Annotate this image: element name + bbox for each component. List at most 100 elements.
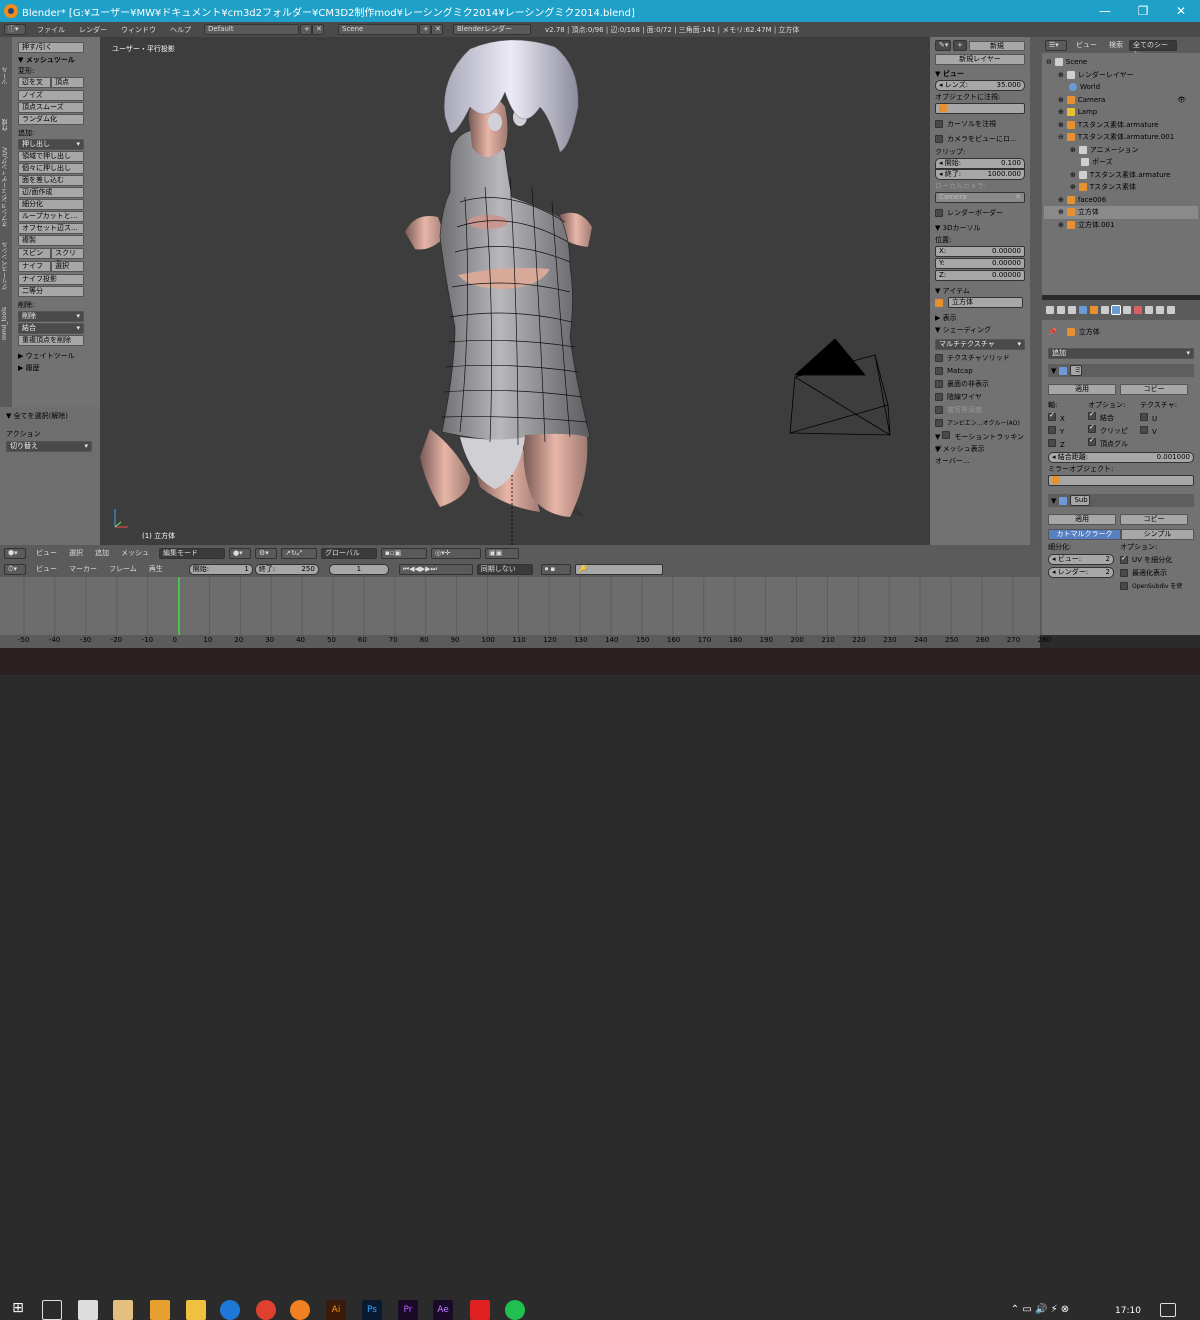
outliner-row-render-layers[interactable]: ⊕ レンダーレイヤー [1044,69,1198,82]
dof-checkbox[interactable] [935,405,943,414]
editor-type-button[interactable]: ⓘ▾ [4,24,26,35]
outliner-row-pose[interactable]: ポーズ [1044,156,1198,169]
outliner-row-camera[interactable]: ⊕ Camera 👁 [1044,94,1198,107]
cloud-icon[interactable] [470,1300,490,1320]
outliner-view-menu[interactable]: ビュー [1076,40,1097,50]
lock-camera-checkbox[interactable] [935,134,943,143]
end-frame-field[interactable]: 終了: 250 [254,563,319,575]
package-icon[interactable] [150,1300,170,1320]
simple-button[interactable]: シンプル [1121,529,1194,540]
clip-start-field[interactable]: ◂ 開始: 0.100 [935,158,1025,169]
outliner-row-scene[interactable]: ⊖ Scene [1044,56,1198,69]
add-layout-button[interactable]: + [300,24,312,35]
duplicate-button[interactable]: 複製 [18,235,84,246]
mode-select[interactable]: 編集モード [159,547,225,559]
shading-section-header[interactable]: ▼ シェーディング [935,324,1025,336]
offset-edge-button[interactable]: オフセット辺ス… [18,223,84,234]
axis-y-checkbox[interactable] [1048,425,1056,434]
render-preview-buttons[interactable]: ▣▣ [485,547,519,559]
action-select[interactable]: 切り替え ▾ [6,441,92,452]
outliner-row-animation[interactable]: ⊕ アニメーション [1044,144,1198,157]
spotify-icon[interactable] [505,1300,525,1320]
texture-solid-checkbox[interactable] [935,353,943,362]
extrude-menu-button[interactable]: 押し出し ▾ [18,139,84,150]
outliner-search-menu[interactable]: 検索 [1109,40,1123,50]
physics-tab-icon[interactable] [1167,306,1175,314]
new-pencil-add-icon[interactable]: + [953,40,967,51]
smooth-vertex-button[interactable]: 頂点スムーズ [18,102,84,113]
scene-select[interactable]: Scene [338,24,418,35]
delete-menu-button[interactable]: 削除 ▾ [18,311,84,322]
manipulator-buttons[interactable]: ↗↻⤢ [281,547,317,559]
dissolve-menu-button[interactable]: 結合 ▾ [18,323,84,334]
catmull-clark-button[interactable]: カトマルクラーク [1048,529,1121,540]
start-frame-field[interactable]: 開始: 1 [188,563,253,575]
material-tab-icon[interactable] [1134,306,1142,314]
tab-options[interactable]: オプション [1,197,10,227]
cursor-section-header[interactable]: ▼ 3Dカーソル [935,222,1025,234]
tray-icons[interactable]: ⌃ ▭ 🔊 ⚡ ⊗ [995,1300,1085,1320]
timeline-area[interactable] [0,577,1045,635]
lock-object-field[interactable] [935,103,1025,114]
randomize-button[interactable]: ランダム化 [18,114,84,125]
outliner-row-world[interactable]: World [1044,81,1198,94]
backface-culling-checkbox[interactable] [935,379,943,388]
outliner-display-mode[interactable]: 全てのシーン [1129,39,1177,58]
timeline-menu-frame[interactable]: フレーム [109,564,137,574]
tab-tools[interactable]: ツール [1,67,10,85]
clock[interactable]: 17:10 [1115,1306,1141,1316]
minimize-button[interactable]: — [1086,0,1124,22]
app-avatar-icon[interactable] [113,1300,133,1320]
shading-mode-select[interactable]: マルチテクスチャ ▾ [935,339,1025,350]
pivot-select[interactable]: ⚙▾ [255,547,277,559]
outliner-row-armature-data[interactable]: ⊕ Tスタンス素体.armature [1044,169,1198,182]
menu-window[interactable]: ウィンドウ [114,25,163,35]
outliner-row-cube[interactable]: ⊕ 立方体 [1044,206,1198,219]
edge-slide-button[interactable]: 辺を叉 [18,77,51,88]
visibility-eye-icon[interactable]: 👁 [1177,96,1186,104]
maximize-button[interactable]: ❐ [1124,0,1162,22]
outliner-editor-type[interactable]: ☰▾ [1045,39,1067,51]
world-tab-icon[interactable] [1079,306,1087,314]
weight-tools-header[interactable]: ▶ ウェイトツール [18,350,96,362]
mirror-apply-button[interactable]: 適用 [1048,384,1116,395]
vertex-slide-button[interactable]: 頂点 [51,77,84,88]
illustrator-icon[interactable]: Ai [326,1300,346,1320]
timeline-editor-type[interactable]: ⏱▾ [4,563,26,575]
camera-object[interactable] [789,338,891,436]
motion-tracking-checkbox[interactable] [942,431,951,439]
loop-cut-button[interactable]: ループカットと… [18,211,84,222]
mirror-u-checkbox[interactable] [1140,412,1148,421]
matcap-checkbox[interactable] [935,366,943,375]
extrude-region-button[interactable]: 領域で押し出し [18,151,84,162]
store-icon[interactable] [78,1300,98,1320]
3d-menu-view[interactable]: ビュー [36,548,57,558]
add-scene-button[interactable]: + [419,24,431,35]
mirror-object-field[interactable] [1048,475,1194,486]
playback-controls[interactable]: ⏮◀◀▶▶⏭ [398,563,473,575]
extrude-button-top[interactable]: 押す/引く [18,42,84,53]
tab-shading-uv[interactable]: シェーディング/UV [1,147,10,200]
blender-taskbar-icon[interactable] [290,1300,310,1320]
record-button[interactable]: ⏺ ▪ [540,563,571,575]
3d-menu-select[interactable]: 選択 [69,548,83,558]
spin-button[interactable]: スピン [18,248,51,259]
explorer-icon[interactable] [186,1300,206,1320]
subdivide-button[interactable]: 細分化 [18,199,84,210]
knife-button[interactable]: ナイフ [18,261,51,272]
render-levels-field[interactable]: ◂ レンダー: 2 [1048,567,1114,578]
view-section-header[interactable]: ▼ ビュー [935,68,1025,80]
knife-project-button[interactable]: ナイフ投影 [18,274,84,285]
grease-pencil-icon[interactable]: ✎▾ [935,40,951,51]
edge-icon[interactable] [220,1300,240,1320]
display-section-header[interactable]: ▶ 表示 [935,312,1025,324]
subsurf-copy-button[interactable]: コピー [1120,514,1188,525]
close-button[interactable]: ✕ [1162,0,1200,22]
extrude-individual-button[interactable]: 個々に押し出し [18,163,84,174]
outliner-row-armature[interactable]: ⊕ Tスタンス素体.armature [1044,119,1198,132]
menu-render[interactable]: レンダー [72,25,114,35]
3d-viewport[interactable]: ユーザー・平行投影 (1) 立方体 [100,37,930,545]
constraints-tab-icon[interactable] [1101,306,1109,314]
vertex-groups-checkbox[interactable] [1088,436,1096,446]
cursor-y-field[interactable]: Y: 0.00000 [935,258,1025,269]
